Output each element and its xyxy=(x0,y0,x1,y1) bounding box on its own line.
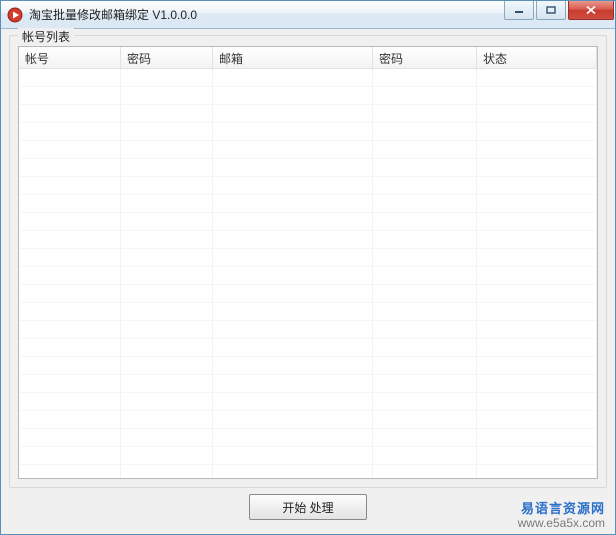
table-row[interactable] xyxy=(19,141,597,159)
table-row[interactable] xyxy=(19,69,597,87)
app-window: 淘宝批量修改邮箱绑定 V1.0.0.0 帐号列表 帐号 密码 xyxy=(0,0,616,535)
window-controls xyxy=(502,1,615,28)
close-button[interactable] xyxy=(568,1,614,20)
start-process-button[interactable]: 开始 处理 xyxy=(249,494,367,520)
bottom-bar: 开始 处理 xyxy=(9,488,607,526)
listview-body[interactable] xyxy=(19,69,597,478)
client-area: 帐号列表 帐号 密码 邮箱 密码 状态 开始 处理 易语言资源网 www.e5a… xyxy=(1,29,615,534)
table-row[interactable] xyxy=(19,429,597,447)
col-header-status[interactable]: 状态 xyxy=(477,47,597,68)
maximize-button[interactable] xyxy=(536,1,566,20)
minimize-button[interactable] xyxy=(504,1,534,20)
table-row[interactable] xyxy=(19,87,597,105)
titlebar[interactable]: 淘宝批量修改邮箱绑定 V1.0.0.0 xyxy=(1,1,615,29)
table-row[interactable] xyxy=(19,249,597,267)
table-row[interactable] xyxy=(19,159,597,177)
table-row[interactable] xyxy=(19,339,597,357)
window-title: 淘宝批量修改邮箱绑定 V1.0.0.0 xyxy=(29,6,502,23)
table-row[interactable] xyxy=(19,177,597,195)
table-row[interactable] xyxy=(19,411,597,429)
table-row[interactable] xyxy=(19,213,597,231)
account-list-group: 帐号列表 帐号 密码 邮箱 密码 状态 xyxy=(9,35,607,488)
groupbox-label: 帐号列表 xyxy=(18,28,74,45)
app-icon xyxy=(7,7,23,23)
col-header-account[interactable]: 帐号 xyxy=(19,47,121,68)
table-row[interactable] xyxy=(19,105,597,123)
table-row[interactable] xyxy=(19,447,597,465)
table-row[interactable] xyxy=(19,357,597,375)
col-header-password2[interactable]: 密码 xyxy=(373,47,477,68)
table-row[interactable] xyxy=(19,375,597,393)
table-row[interactable] xyxy=(19,267,597,285)
table-row[interactable] xyxy=(19,195,597,213)
listview-header: 帐号 密码 邮箱 密码 状态 xyxy=(19,47,597,69)
table-row[interactable] xyxy=(19,285,597,303)
table-row[interactable] xyxy=(19,231,597,249)
table-row[interactable] xyxy=(19,303,597,321)
table-row[interactable] xyxy=(19,465,597,478)
col-header-email[interactable]: 邮箱 xyxy=(213,47,373,68)
table-row[interactable] xyxy=(19,321,597,339)
account-listview[interactable]: 帐号 密码 邮箱 密码 状态 xyxy=(18,46,598,479)
table-row[interactable] xyxy=(19,393,597,411)
table-row[interactable] xyxy=(19,123,597,141)
col-header-password[interactable]: 密码 xyxy=(121,47,213,68)
